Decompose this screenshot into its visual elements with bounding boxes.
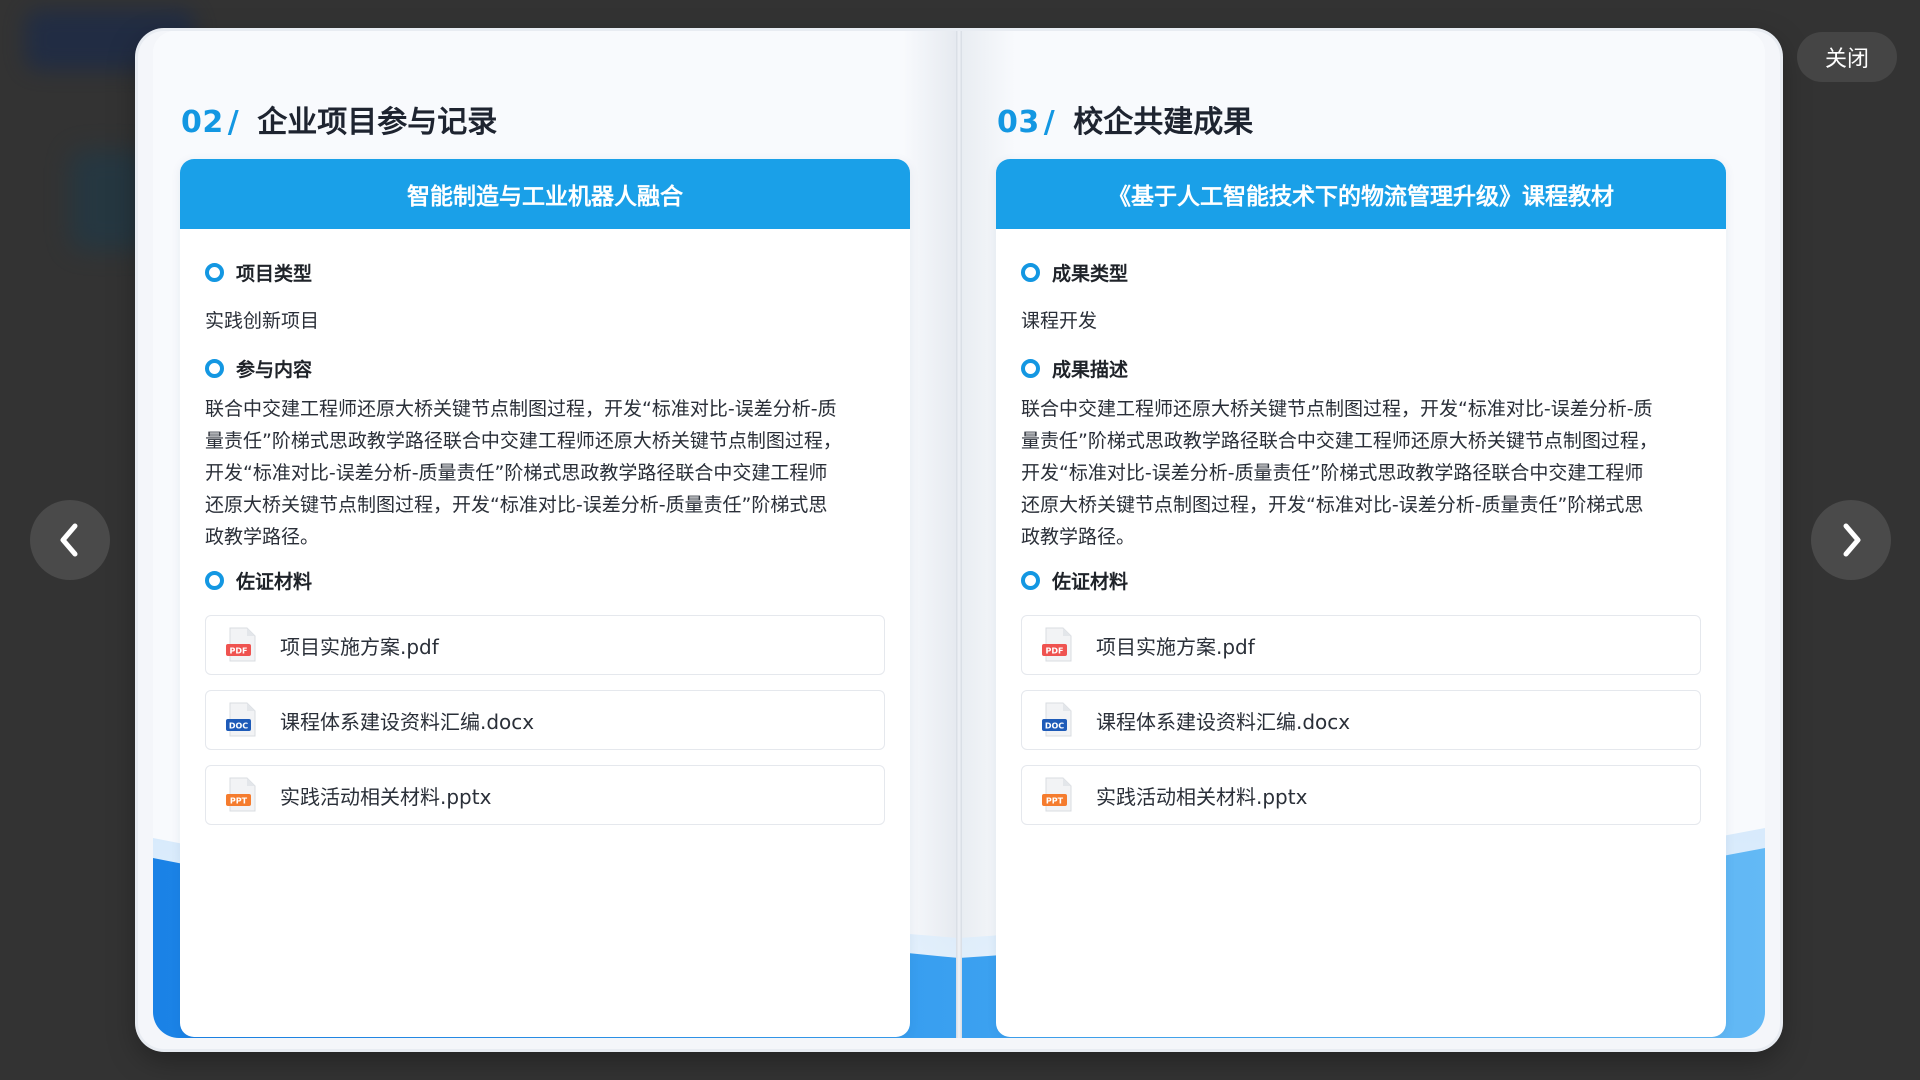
field-description: 联合中交建工程师还原大桥关键节点制图过程，开发“标准对比-误差分析-质 量责任”… — [205, 398, 842, 548]
file-name: 课程体系建设资料汇编.docx — [1096, 709, 1351, 734]
file-item[interactable]: DOC 课程体系建设资料汇编.docx — [1021, 690, 1701, 750]
svg-text:PDF: PDF — [1046, 647, 1064, 656]
section-title: 企业项目参与记录 — [257, 105, 498, 140]
file-name: 课程体系建设资料汇编.docx — [280, 709, 535, 734]
field-label-type: 成果类型 — [1021, 257, 1701, 287]
bullet-ring-icon — [205, 570, 224, 590]
section-number: 03/ — [997, 105, 1056, 140]
bullet-ring-icon — [1021, 262, 1040, 282]
pdf-file-icon: PDF — [226, 627, 256, 662]
field-label-type: 项目类型 — [205, 257, 885, 287]
file-item[interactable]: PDF 项目实施方案.pdf — [205, 615, 885, 675]
file-name: 实践活动相关材料.pptx — [280, 784, 492, 809]
chevron-right-icon — [1843, 523, 1861, 557]
field-label-content: 参与内容 — [205, 353, 885, 383]
section-title: 校企共建成果 — [1073, 105, 1254, 140]
ppt-file-icon: PPT — [226, 777, 256, 812]
chevron-left-icon — [60, 523, 78, 557]
bullet-ring-icon — [1021, 358, 1040, 378]
close-button[interactable]: 关闭 — [1797, 32, 1897, 82]
file-item[interactable]: PPT 实践活动相关材料.pptx — [1021, 765, 1701, 825]
next-page-button[interactable] — [1811, 500, 1891, 580]
book-spine — [956, 31, 962, 1038]
svg-text:PPT: PPT — [1046, 797, 1064, 806]
card-title: 《基于人工智能技术下的物流管理升级》课程教材 — [996, 159, 1726, 229]
svg-text:PPT: PPT — [230, 797, 248, 806]
book-pages: 02/ 企业项目参与记录 智能制造与工业机器人融合 项目类型 实践创新项目 参与… — [153, 31, 1765, 1038]
field-value-type: 实践创新项目 — [205, 310, 320, 332]
bullet-ring-icon — [1021, 570, 1040, 590]
file-list: PDF 项目实施方案.pdf DOC 课程体系建设资料汇编.docx PPT 实… — [205, 615, 885, 825]
right-section-heading: 03/ 校企共建成果 — [997, 97, 1253, 141]
pdf-file-icon: PDF — [1042, 627, 1072, 662]
file-name: 项目实施方案.pdf — [1096, 634, 1255, 659]
prev-page-button[interactable] — [30, 500, 110, 580]
bullet-ring-icon — [205, 358, 224, 378]
section-number: 02/ — [181, 105, 240, 140]
field-label-evidence: 佐证材料 — [205, 565, 885, 595]
file-list: PDF 项目实施方案.pdf DOC 课程体系建设资料汇编.docx PPT 实… — [1021, 615, 1701, 825]
svg-text:DOC: DOC — [229, 722, 248, 731]
field-label-content: 成果描述 — [1021, 353, 1701, 383]
file-item[interactable]: DOC 课程体系建设资料汇编.docx — [205, 690, 885, 750]
field-label-evidence: 佐证材料 — [1021, 565, 1701, 595]
file-item[interactable]: PDF 项目实施方案.pdf — [1021, 615, 1701, 675]
doc-file-icon: DOC — [1042, 702, 1072, 737]
left-section-heading: 02/ 企业项目参与记录 — [181, 97, 497, 141]
file-name: 实践活动相关材料.pptx — [1096, 784, 1308, 809]
book-viewer: 02/ 企业项目参与记录 智能制造与工业机器人融合 项目类型 实践创新项目 参与… — [138, 31, 1780, 1049]
card-title: 智能制造与工业机器人融合 — [180, 159, 910, 229]
ppt-file-icon: PPT — [1042, 777, 1072, 812]
svg-text:PDF: PDF — [230, 647, 248, 656]
achievement-card: 《基于人工智能技术下的物流管理升级》课程教材 成果类型 课程开发 成果描述 联合… — [996, 159, 1726, 1037]
project-card: 智能制造与工业机器人融合 项目类型 实践创新项目 参与内容 联合中交建工程师还原… — [180, 159, 910, 1037]
field-value-type: 课程开发 — [1021, 310, 1098, 332]
bullet-ring-icon — [205, 262, 224, 282]
field-description: 联合中交建工程师还原大桥关键节点制图过程，开发“标准对比-误差分析-质 量责任”… — [1021, 398, 1658, 548]
doc-file-icon: DOC — [226, 702, 256, 737]
file-name: 项目实施方案.pdf — [280, 634, 439, 659]
svg-text:DOC: DOC — [1045, 722, 1064, 731]
file-item[interactable]: PPT 实践活动相关材料.pptx — [205, 765, 885, 825]
